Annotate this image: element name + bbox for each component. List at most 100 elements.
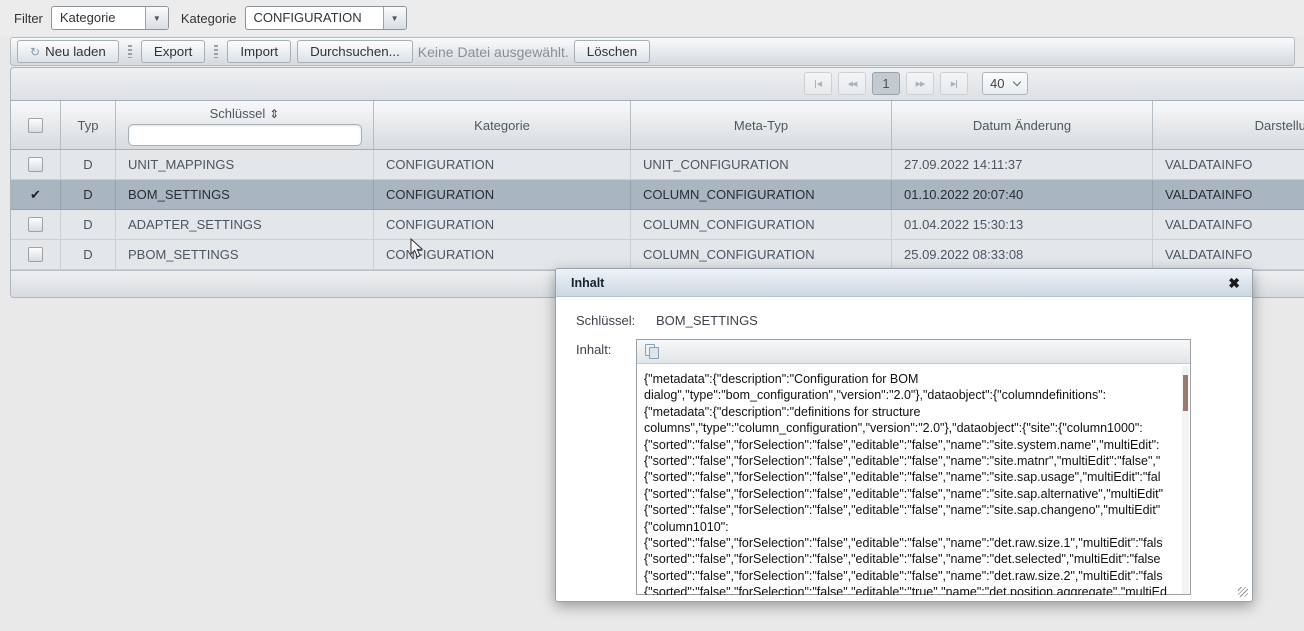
- schluessel-filter-input[interactable]: [128, 124, 362, 146]
- cell-datum: 25.09.2022 08:33:08: [892, 240, 1153, 269]
- row-checkbox[interactable]: [28, 217, 43, 232]
- table-row[interactable]: D ADAPTER_SETTINGS CONFIGURATION COLUMN_…: [11, 210, 1304, 240]
- cell-darstellung: VALDATAINFO: [1153, 180, 1304, 209]
- export-button[interactable]: Export: [141, 40, 206, 63]
- table-row[interactable]: D UNIT_MAPPINGS CONFIGURATION UNIT_CONFI…: [11, 150, 1304, 180]
- sort-icon[interactable]: ⇕: [269, 107, 279, 121]
- mouse-cursor: [410, 238, 424, 258]
- select-all-header-cell: [11, 101, 61, 149]
- dialog-resize-handle[interactable]: [1238, 587, 1248, 597]
- table-row[interactable]: D PBOM_SETTINGS CONFIGURATION COLUMN_CON…: [11, 240, 1304, 270]
- schluessel-field-value: BOM_SETTINGS: [656, 313, 758, 328]
- schluessel-field-label: Schlüssel:: [576, 313, 636, 328]
- cell-schluessel: UNIT_MAPPINGS: [116, 150, 374, 179]
- close-icon[interactable]: ✖: [1228, 276, 1240, 290]
- column-header-datum[interactable]: Datum Änderung: [892, 101, 1153, 149]
- last-page-icon: ▶: [951, 80, 957, 88]
- next-page-button[interactable]: ▶▶: [906, 72, 934, 95]
- select-all-checkbox[interactable]: [28, 118, 43, 133]
- content-editor: {"metadata":{"description":"Configuratio…: [636, 339, 1191, 595]
- content-text-area[interactable]: {"metadata":{"description":"Configuratio…: [637, 364, 1190, 595]
- delete-button-label: Löschen: [587, 44, 637, 59]
- cell-typ: D: [61, 180, 116, 209]
- column-header-meta-typ[interactable]: Meta-Typ: [631, 101, 892, 149]
- inhalt-field-row: Inhalt:: [576, 342, 636, 357]
- app-root: { "filter_bar": { "filter_label": "Filte…: [0, 0, 1304, 631]
- cell-typ: D: [61, 240, 116, 269]
- previous-page-button[interactable]: ◀◀: [838, 72, 866, 95]
- cell-kategorie: CONFIGURATION: [374, 150, 631, 179]
- cell-schluessel: PBOM_SETTINGS: [116, 240, 374, 269]
- column-header-kategorie[interactable]: Kategorie: [374, 101, 631, 149]
- row-checkbox[interactable]: [28, 247, 43, 262]
- chevron-down-icon: [1013, 78, 1021, 86]
- kategorie-select[interactable]: CONFIGURATION ▼: [245, 6, 407, 30]
- dialog-header[interactable]: Inhalt ✖: [556, 269, 1252, 297]
- cell-schluessel: ADAPTER_SETTINGS: [116, 210, 374, 239]
- row-checkbox-checked[interactable]: ✔: [30, 187, 41, 203]
- inhalt-dialog: Inhalt ✖ Schlüssel: BOM_SETTINGS Inhalt:…: [555, 268, 1253, 602]
- column-header-darstellung[interactable]: Darstellung: [1153, 101, 1304, 149]
- kategorie-dropdown-button[interactable]: ▼: [383, 7, 406, 29]
- filter-type-select[interactable]: Kategorie ▼: [51, 6, 169, 30]
- filter-label: Filter: [14, 11, 43, 26]
- page-size-select[interactable]: 40: [982, 72, 1028, 95]
- cell-typ: D: [61, 210, 116, 239]
- scrollbar-thumb[interactable]: [1183, 375, 1188, 411]
- import-button[interactable]: Import: [227, 40, 291, 63]
- schluessel-field-row: Schlüssel: BOM_SETTINGS: [576, 313, 758, 328]
- first-page-button[interactable]: ◀: [804, 72, 832, 95]
- reload-icon: ↻: [30, 46, 40, 58]
- row-checkbox[interactable]: [28, 157, 43, 172]
- toolbar-separator: [128, 45, 132, 58]
- inhalt-field-label: Inhalt:: [576, 342, 636, 357]
- content-editor-toolbar: [637, 340, 1190, 364]
- filter-type-dropdown-button[interactable]: ▼: [145, 7, 168, 29]
- content-scrollbar[interactable]: [1182, 366, 1189, 594]
- no-file-selected-text: Keine Datei ausgewählt.: [418, 44, 569, 60]
- cell-meta-typ: UNIT_CONFIGURATION: [631, 150, 892, 179]
- column-header-typ[interactable]: Typ: [61, 101, 116, 149]
- cell-kategorie: CONFIGURATION: [374, 180, 631, 209]
- cell-datum: 01.04.2022 15:30:13: [892, 210, 1153, 239]
- toolbar: ↻ Neu laden Export Import Durchsuchen...…: [10, 37, 1295, 66]
- grid-top-band: ◀ ◀◀ 1 ▶▶ ▶ 40: [11, 68, 1304, 100]
- last-page-button[interactable]: ▶: [940, 72, 968, 95]
- reload-button-label: Neu laden: [45, 44, 106, 59]
- cell-darstellung: VALDATAINFO: [1153, 150, 1304, 179]
- table-row-selected[interactable]: ✔ D BOM_SETTINGS CONFIGURATION COLUMN_CO…: [11, 180, 1304, 210]
- page-size-value: 40: [990, 76, 1004, 91]
- cell-datum: 01.10.2022 20:07:40: [892, 180, 1153, 209]
- table-header-row: Typ Schlüssel⇕ Kategorie Meta-Typ Datum …: [11, 100, 1304, 150]
- data-grid: ◀ ◀◀ 1 ▶▶ ▶ 40 Typ Schlüssel⇕ Kategorie …: [10, 67, 1304, 298]
- import-button-label: Import: [240, 44, 278, 59]
- chevron-down-icon: ▼: [391, 14, 399, 23]
- copy-icon[interactable]: [645, 344, 661, 360]
- next-page-icon: ▶▶: [916, 80, 925, 88]
- cell-kategorie: CONFIGURATION: [374, 210, 631, 239]
- cell-darstellung: VALDATAINFO: [1153, 210, 1304, 239]
- toolbar-separator: [214, 45, 218, 58]
- column-header-schluessel[interactable]: Schlüssel⇕: [116, 101, 374, 149]
- previous-page-icon: ◀◀: [848, 80, 857, 88]
- filter-bar: Filter Kategorie ▼ Kategorie CONFIGURATI…: [0, 0, 1304, 36]
- kategorie-label: Kategorie: [181, 11, 237, 26]
- delete-button[interactable]: Löschen: [574, 40, 650, 63]
- chevron-down-icon: ▼: [153, 14, 161, 23]
- cell-darstellung: VALDATAINFO: [1153, 240, 1304, 269]
- cell-typ: D: [61, 150, 116, 179]
- filter-type-value: Kategorie: [52, 7, 145, 29]
- reload-button[interactable]: ↻ Neu laden: [17, 40, 119, 63]
- export-button-label: Export: [154, 44, 193, 59]
- cell-meta-typ: COLUMN_CONFIGURATION: [631, 210, 892, 239]
- cell-datum: 27.09.2022 14:11:37: [892, 150, 1153, 179]
- dialog-title: Inhalt: [571, 276, 1228, 290]
- pagination: ◀ ◀◀ 1 ▶▶ ▶ 40: [804, 72, 1028, 95]
- cell-meta-typ: COLUMN_CONFIGURATION: [631, 240, 892, 269]
- current-page-button[interactable]: 1: [872, 72, 900, 95]
- cell-schluessel: BOM_SETTINGS: [116, 180, 374, 209]
- kategorie-value: CONFIGURATION: [246, 7, 383, 29]
- browse-file-button[interactable]: Durchsuchen...: [297, 40, 413, 63]
- browse-button-label: Durchsuchen...: [310, 44, 400, 59]
- first-page-icon: ◀: [815, 80, 821, 88]
